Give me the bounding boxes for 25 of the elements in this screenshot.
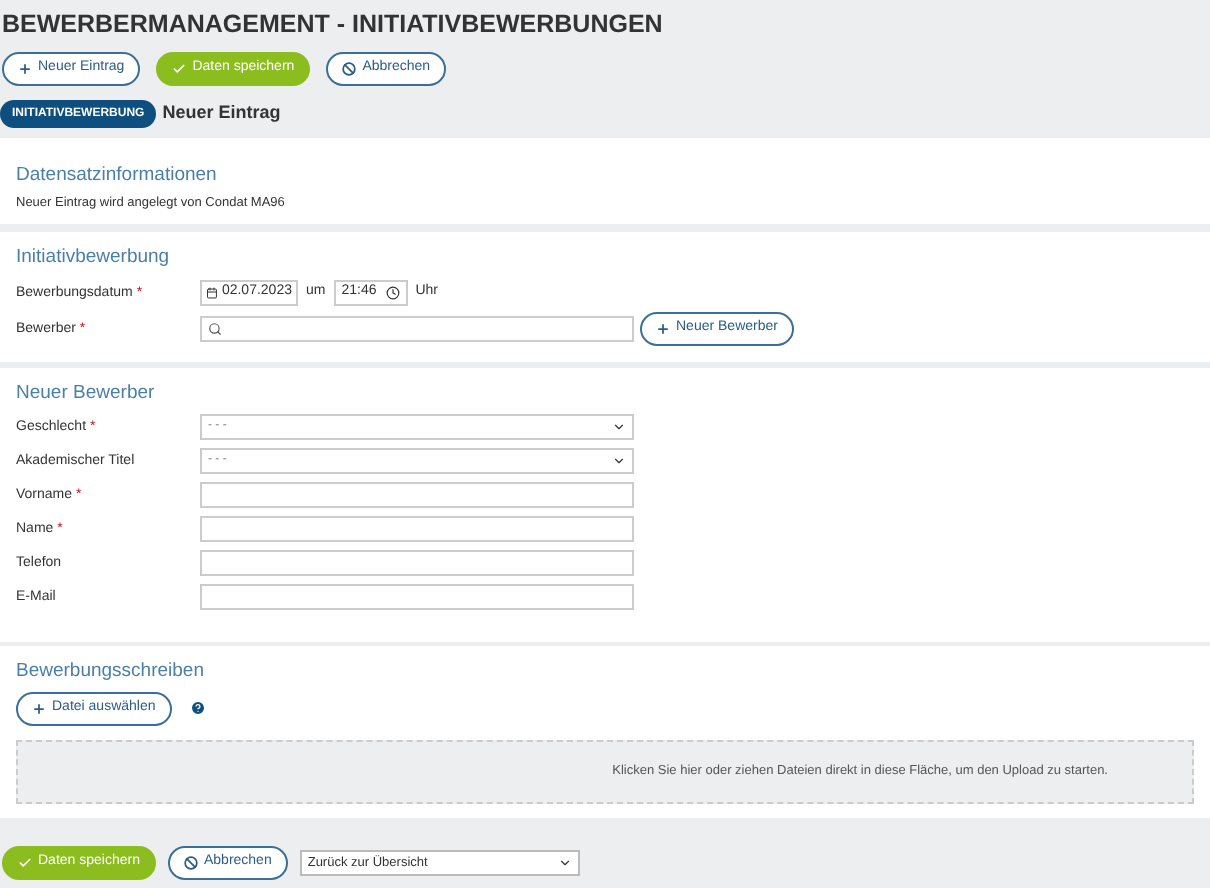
ban-icon [342, 62, 357, 76]
chevron-down-icon [612, 420, 626, 434]
plus-icon [18, 62, 32, 76]
input-field[interactable] [200, 584, 634, 610]
section-heading: Bewerbungsschreiben [16, 662, 207, 681]
check-icon [172, 62, 187, 76]
plus-icon [32, 701, 46, 715]
plus-icon [656, 322, 670, 336]
ban-icon [183, 856, 198, 870]
search-icon [208, 322, 222, 336]
help-icon[interactable] [189, 700, 206, 716]
chevron-down-icon [557, 856, 572, 870]
calendar-icon [206, 286, 218, 300]
record-title: Neuer Eintrag [162, 100, 281, 127]
input-field[interactable] [200, 516, 634, 542]
input-field[interactable] [200, 550, 634, 576]
section-heading: Initiativbewerbung [16, 248, 172, 267]
clock-icon [385, 286, 400, 300]
check-icon [18, 856, 32, 870]
input-field[interactable] [200, 482, 634, 508]
page-title: BEWERBERMANAGEMENT - INITIATIVBEWERBUNGEN [0, 8, 665, 40]
section-heading: Neuer Bewerber [16, 383, 157, 402]
chevron-down-icon [612, 454, 626, 468]
section-heading: Datensatzinformationen [16, 166, 219, 185]
search-field[interactable] [200, 316, 634, 342]
